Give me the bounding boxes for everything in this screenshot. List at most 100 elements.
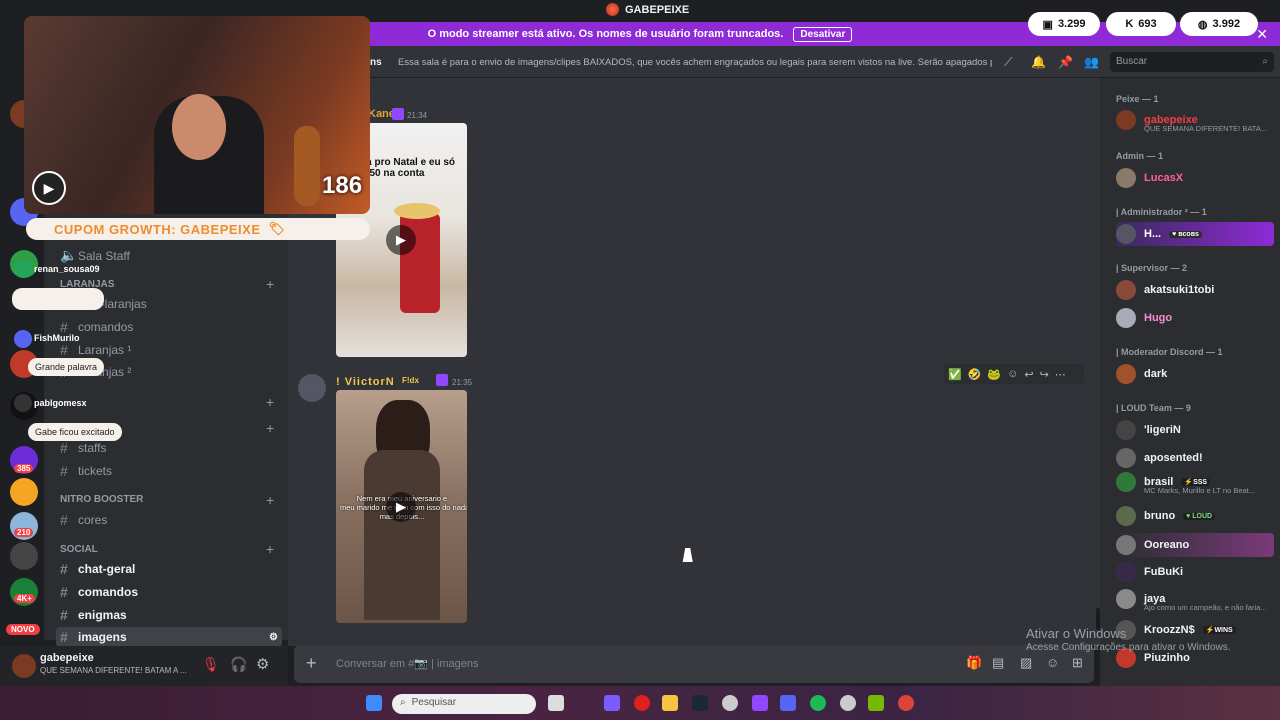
- mic-muted-icon[interactable]: 🎙: [202, 656, 220, 673]
- more-icon[interactable]: ⋯: [1055, 368, 1066, 381]
- server-icon[interactable]: [10, 542, 38, 570]
- overlay-chat-user: pablgomesx: [34, 398, 87, 408]
- steam-icon[interactable]: [692, 695, 708, 711]
- file-explorer-icon[interactable]: [662, 695, 678, 711]
- members-icon[interactable]: 👥: [1084, 55, 1099, 69]
- server-badge: 210: [14, 528, 34, 537]
- close-icon[interactable]: ✕: [1256, 26, 1268, 43]
- sticker-icon[interactable]: ▨: [1020, 655, 1032, 671]
- overlay-chat-user: renan_sousa09: [34, 264, 100, 274]
- opera-icon[interactable]: [634, 695, 650, 711]
- member-item[interactable]: LucasX: [1116, 168, 1183, 188]
- member-item[interactable]: FuBuKi: [1116, 562, 1183, 582]
- add-channel-icon[interactable]: +: [266, 394, 274, 410]
- windows-start-icon[interactable]: [366, 695, 382, 711]
- member-item[interactable]: bruno ♥ LOUD: [1116, 506, 1216, 526]
- overlay-chat-bubble: Grande palavra: [28, 358, 105, 376]
- app-icon[interactable]: [722, 695, 738, 711]
- message-composer[interactable]: + Conversar em #📷 | imagens 🎁 ▤ ▨ ☺ ⊞: [294, 645, 1094, 683]
- channel-item[interactable]: # enigmas: [60, 607, 127, 623]
- add-channel-icon[interactable]: +: [266, 492, 274, 508]
- user-panel: gabepeixe QUE SEMANA DIFERENTE! BATAM A …: [0, 646, 288, 686]
- window-title: GABEPEIXE: [606, 3, 689, 16]
- member-item[interactable]: Ooreano: [1116, 533, 1274, 557]
- channel-item-active[interactable]: # imagens ⚙: [56, 627, 282, 647]
- coupon-text: CUPOM GROWTH: GABEPEIXE: [54, 221, 261, 237]
- add-channel-icon[interactable]: +: [266, 276, 274, 292]
- avatar: [1116, 308, 1136, 328]
- video-attachment[interactable]: Nem era meu aniversario e meu marido me …: [336, 390, 467, 623]
- twitch-counter: ▣ 3.299: [1028, 12, 1100, 36]
- chrome-icon[interactable]: [898, 695, 914, 711]
- play-icon[interactable]: ▶: [386, 492, 416, 522]
- channel-sala-staff[interactable]: 🔈 Sala Staff: [60, 247, 130, 264]
- member-item[interactable]: H... ♥ ʙᴄᴏʙs: [1116, 222, 1274, 246]
- channel-topic[interactable]: Essa sala é para o envio de imagens/clip…: [398, 57, 992, 68]
- threads-icon[interactable]: ⟋: [1004, 55, 1012, 70]
- pin-icon[interactable]: 📌: [1058, 55, 1073, 69]
- role-header: | Administrador ² — 1: [1116, 207, 1207, 217]
- app-icon[interactable]: [840, 695, 856, 711]
- channel-item[interactable]: # cores: [60, 512, 107, 528]
- globe-icon: ◍: [1197, 18, 1208, 31]
- server-icon[interactable]: [10, 478, 38, 506]
- forward-icon[interactable]: ↪: [1040, 368, 1049, 381]
- nvidia-icon[interactable]: [868, 695, 884, 711]
- deafen-icon[interactable]: 🎧: [230, 656, 247, 673]
- twitch-icon: ▣: [1042, 18, 1053, 31]
- apps-icon[interactable]: ⊞: [1072, 655, 1083, 671]
- channel-item[interactable]: # tickets: [60, 463, 112, 479]
- category-social[interactable]: SOCIAL: [60, 544, 98, 555]
- search-icon: ⌕: [1262, 56, 1268, 67]
- app-icon[interactable]: [752, 695, 768, 711]
- spotify-icon[interactable]: [810, 695, 826, 711]
- member-item[interactable]: aposented!: [1116, 448, 1203, 468]
- reply-icon[interactable]: ↩: [1024, 368, 1033, 381]
- gif-icon[interactable]: ▤: [992, 655, 1004, 671]
- avatar[interactable]: [12, 654, 36, 678]
- member-item[interactable]: brasil ⚡SSS MC Marks, Murillo e LT no Beat…: [1116, 472, 1255, 495]
- channel-item[interactable]: # Laranjas ¹: [60, 342, 131, 358]
- channel-item[interactable]: # comandos: [60, 584, 138, 600]
- member-item[interactable]: akatsuki1tobi: [1116, 280, 1214, 300]
- member-item[interactable]: gabepeixe QUE SEMANA DIFERENTE! BATA...: [1116, 110, 1267, 133]
- kick-icon: K: [1125, 18, 1134, 30]
- disable-streamer-button[interactable]: Desativar: [793, 26, 853, 42]
- check-reaction-icon[interactable]: ✅: [948, 368, 962, 381]
- server-badge: 385: [14, 464, 34, 473]
- avatar: [14, 394, 32, 412]
- emoji-icon[interactable]: ☺: [1046, 655, 1059, 670]
- search-input[interactable]: Buscar ⌕: [1110, 52, 1274, 72]
- laugh-reaction-icon[interactable]: 🤣: [968, 368, 982, 381]
- add-reaction-icon[interactable]: ☺: [1007, 368, 1018, 380]
- channel-item[interactable]: # chat-geral: [60, 561, 135, 577]
- gear-icon[interactable]: ⚙: [269, 632, 278, 643]
- category-nitro[interactable]: NITRO BOOSTER: [60, 494, 143, 505]
- bell-icon[interactable]: 🔔: [1031, 55, 1046, 69]
- taskbar-search[interactable]: ⌕ Pesquisar: [392, 694, 536, 714]
- new-badge: NOVO: [6, 624, 40, 635]
- task-view-icon[interactable]: [548, 695, 564, 711]
- gift-icon[interactable]: 🎁: [966, 655, 982, 671]
- add-channel-icon[interactable]: +: [266, 420, 274, 436]
- user-tag-badge: F!dx: [402, 376, 419, 385]
- member-item[interactable]: 'ligeriN: [1116, 420, 1181, 440]
- channel-item[interactable]: # staffs: [60, 440, 106, 456]
- add-channel-icon[interactable]: +: [266, 541, 274, 557]
- attach-plus-icon[interactable]: +: [306, 653, 317, 674]
- member-item[interactable]: dark: [1116, 364, 1167, 384]
- avatar[interactable]: [298, 374, 326, 402]
- app-icon[interactable]: [604, 695, 620, 711]
- message-author[interactable]: Kane: [368, 108, 395, 120]
- play-icon[interactable]: ▶: [386, 225, 416, 255]
- message-author[interactable]: ! ViictorN: [336, 376, 395, 388]
- sticker-reaction-icon[interactable]: 🐸: [987, 368, 1001, 381]
- member-item[interactable]: Hugo: [1116, 308, 1172, 328]
- discord-icon[interactable]: [780, 695, 796, 711]
- member-item[interactable]: jaya Ajo como um campeão, e não faria...: [1116, 589, 1267, 612]
- role-header: Peixe — 1: [1116, 94, 1159, 104]
- settings-gear-icon[interactable]: ⚙: [256, 655, 269, 673]
- member-item[interactable]: KroozzN$ ⚡WINS: [1116, 620, 1236, 640]
- stream-logo-icon: ▶: [32, 171, 66, 205]
- viewer-count: 186: [322, 172, 363, 199]
